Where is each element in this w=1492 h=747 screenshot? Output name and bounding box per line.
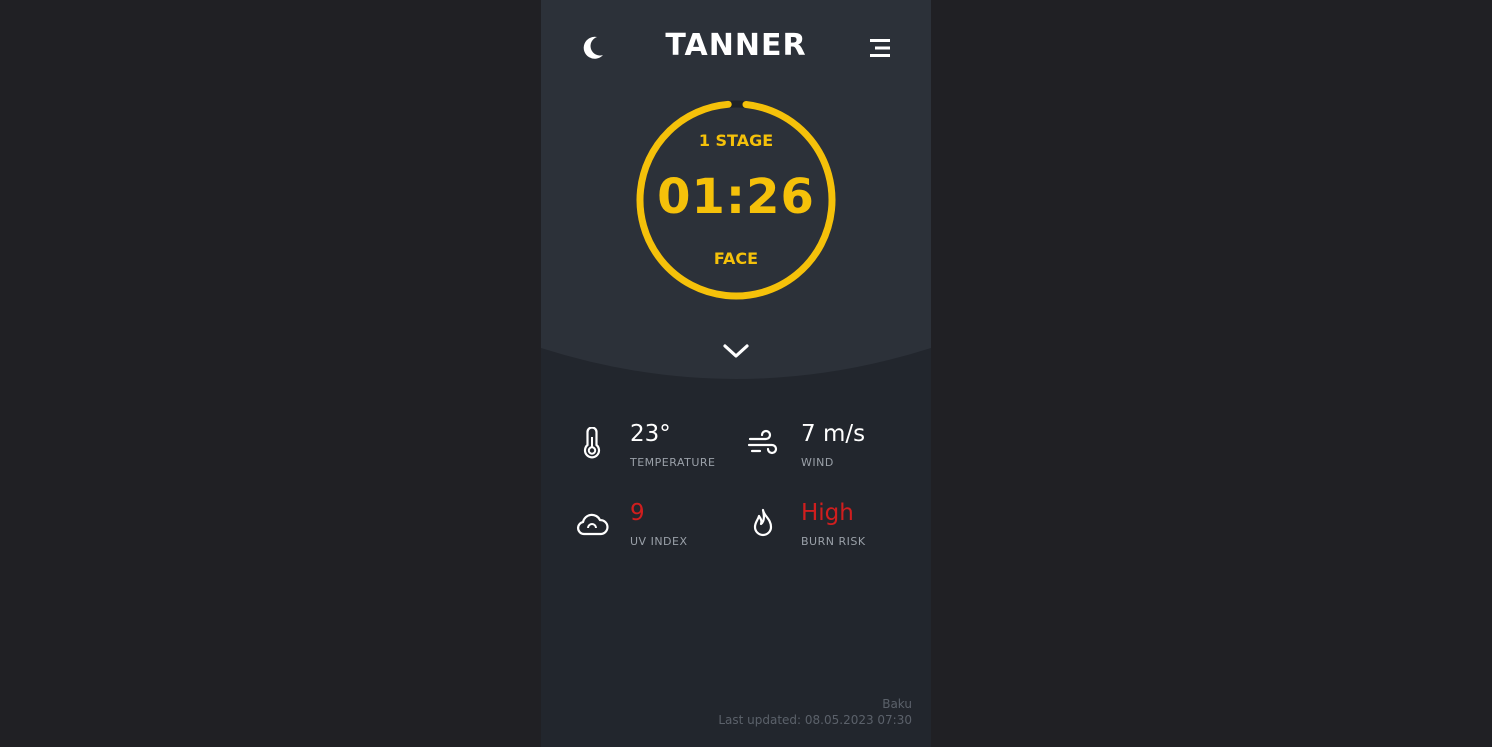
burn-risk-label: BURN RISK — [801, 535, 866, 548]
menu-button[interactable] — [865, 36, 895, 60]
burn-risk-stat: High BURN RISK — [746, 500, 916, 560]
thermometer-icon — [583, 427, 601, 459]
timer-value: 01:26 — [657, 169, 815, 225]
uv-index-value: 9 — [630, 500, 645, 526]
app-header: TANNER — [541, 0, 931, 96]
timer-panel: TANNER 1 STAGE 01:26 FACE — [541, 0, 931, 380]
cloud-sun-icon — [577, 513, 609, 536]
wind-icon — [747, 429, 778, 455]
last-updated-label: Last updated: 08.05.2023 07:30 — [718, 713, 912, 727]
chevron-down-icon — [723, 344, 749, 358]
expand-button[interactable] — [721, 340, 751, 362]
location-label: Baku — [882, 697, 912, 711]
temperature-label: TEMPERATURE — [630, 456, 716, 469]
menu-icon — [870, 39, 890, 57]
wind-label: WIND — [801, 456, 834, 469]
timer-ring: 1 STAGE 01:26 FACE — [635, 99, 837, 301]
temperature-value: 23° — [630, 421, 671, 447]
footer: Baku Last updated: 08.05.2023 07:30 — [718, 696, 912, 728]
body-zone-label: FACE — [713, 249, 759, 268]
uv-index-label: UV INDEX — [630, 535, 688, 548]
flame-icon — [753, 508, 773, 537]
wind-stat: 7 m/s WIND — [746, 421, 916, 481]
stage-label: 1 STAGE — [698, 131, 774, 150]
app-window: TANNER 1 STAGE 01:26 FACE 23° TEMPERATUR… — [541, 0, 931, 747]
uv-index-stat: 9 UV INDEX — [575, 500, 745, 560]
temperature-stat: 23° TEMPERATURE — [575, 421, 745, 481]
wind-value: 7 m/s — [801, 421, 866, 447]
burn-risk-value: High — [801, 500, 854, 526]
